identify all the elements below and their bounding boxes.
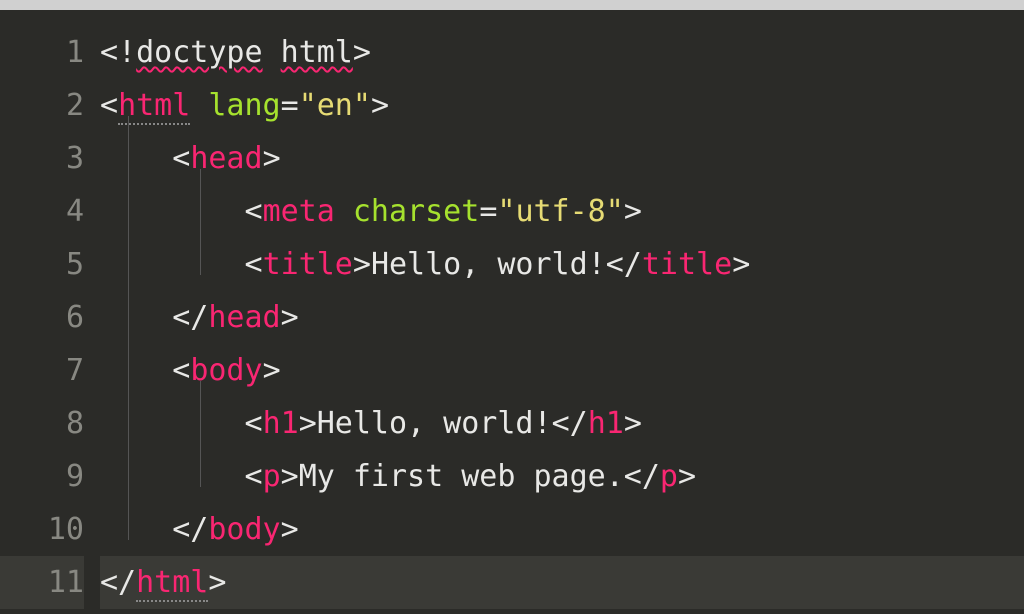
equals: = bbox=[281, 88, 299, 123]
indent-guide bbox=[128, 116, 129, 540]
indent-guide bbox=[200, 169, 201, 275]
line-number[interactable]: 8 bbox=[0, 397, 84, 450]
code-line[interactable]: <p>My first web page.</p> bbox=[100, 450, 1024, 503]
tag-html: html bbox=[136, 565, 208, 602]
bracket: < bbox=[245, 459, 263, 494]
tag-p: p bbox=[263, 459, 281, 494]
quote: " bbox=[353, 88, 371, 123]
space bbox=[263, 35, 281, 70]
code-line[interactable]: </body> bbox=[100, 503, 1024, 556]
bracket: > bbox=[299, 406, 317, 441]
title-text: Hello, world! bbox=[371, 247, 606, 282]
line-number[interactable]: 1 bbox=[0, 26, 84, 79]
bracket: > bbox=[263, 141, 281, 176]
equals: = bbox=[479, 194, 497, 229]
bracket: </ bbox=[100, 565, 136, 600]
doctype-keyword: doctype bbox=[136, 35, 262, 70]
line-number[interactable]: 3 bbox=[0, 132, 84, 185]
doctype-html: html bbox=[281, 35, 353, 70]
space bbox=[190, 88, 208, 123]
tag-title: title bbox=[642, 247, 732, 282]
bracket: > bbox=[281, 300, 299, 335]
code-line[interactable]: <body> bbox=[100, 344, 1024, 397]
line-gutter: 1 2 3 4 5 6 7 8 9 10 11 bbox=[0, 10, 100, 614]
bracket: < bbox=[245, 406, 263, 441]
code-line[interactable]: <!doctype html> bbox=[100, 26, 1024, 79]
attr-lang: lang bbox=[208, 88, 280, 123]
bracket: < bbox=[172, 353, 190, 388]
code-line[interactable]: <meta charset="utf-8"> bbox=[100, 185, 1024, 238]
line-number[interactable]: 10 bbox=[0, 503, 84, 556]
line-number[interactable]: 5 bbox=[0, 238, 84, 291]
tag-body: body bbox=[190, 353, 262, 388]
tag-body: body bbox=[208, 512, 280, 547]
bracket: </ bbox=[606, 247, 642, 282]
bracket: > bbox=[353, 247, 371, 282]
bracket: > bbox=[208, 565, 226, 600]
line-number[interactable]: 9 bbox=[0, 450, 84, 503]
bracket: > bbox=[281, 459, 299, 494]
line-number[interactable]: 2 bbox=[0, 79, 84, 132]
bracket: > bbox=[371, 88, 389, 123]
tag-title: title bbox=[263, 247, 353, 282]
code-line[interactable]: <h1>Hello, world!</h1> bbox=[100, 397, 1024, 450]
val-en: en bbox=[317, 88, 353, 123]
bracket: </ bbox=[172, 512, 208, 547]
code-line[interactable]: <html lang="en"> bbox=[100, 79, 1024, 132]
bracket: > bbox=[624, 406, 642, 441]
bracket: > bbox=[353, 35, 371, 70]
attr-charset: charset bbox=[353, 194, 479, 229]
quote: " bbox=[606, 194, 624, 229]
bracket: </ bbox=[172, 300, 208, 335]
tag-head: head bbox=[208, 300, 280, 335]
quote: " bbox=[497, 194, 515, 229]
bracket: > bbox=[281, 512, 299, 547]
tag-h1: h1 bbox=[588, 406, 624, 441]
line-number[interactable]: 4 bbox=[0, 185, 84, 238]
bracket: < bbox=[245, 194, 263, 229]
code-line[interactable]: <title>Hello, world!</title> bbox=[100, 238, 1024, 291]
line-number[interactable]: 11 bbox=[0, 556, 84, 609]
code-line[interactable]: </head> bbox=[100, 291, 1024, 344]
code-line[interactable]: <head> bbox=[100, 132, 1024, 185]
bracket: <! bbox=[100, 35, 136, 70]
bracket: </ bbox=[624, 459, 660, 494]
bracket: < bbox=[100, 88, 118, 123]
quote: " bbox=[299, 88, 317, 123]
tag-meta: meta bbox=[263, 194, 335, 229]
tag-p: p bbox=[660, 459, 678, 494]
bracket: > bbox=[263, 353, 281, 388]
indent-guide bbox=[200, 381, 201, 487]
p-text: My first web page. bbox=[299, 459, 624, 494]
bracket: < bbox=[245, 247, 263, 282]
h1-text: Hello, world! bbox=[317, 406, 552, 441]
bracket: > bbox=[732, 247, 750, 282]
bracket: > bbox=[624, 194, 642, 229]
line-number[interactable]: 7 bbox=[0, 344, 84, 397]
code-editor: 1 2 3 4 5 6 7 8 9 10 11 <!doctype html> … bbox=[0, 10, 1024, 614]
tag-h1: h1 bbox=[263, 406, 299, 441]
code-area[interactable]: <!doctype html> <html lang="en"> <head> … bbox=[100, 10, 1024, 614]
val-utf8: utf-8 bbox=[515, 194, 605, 229]
bracket: < bbox=[172, 141, 190, 176]
space bbox=[335, 194, 353, 229]
line-number[interactable]: 6 bbox=[0, 291, 84, 344]
code-line[interactable]: </html> bbox=[100, 556, 1024, 609]
bracket: > bbox=[678, 459, 696, 494]
window-titlebar bbox=[0, 0, 1024, 10]
bracket: </ bbox=[552, 406, 588, 441]
tag-head: head bbox=[190, 141, 262, 176]
